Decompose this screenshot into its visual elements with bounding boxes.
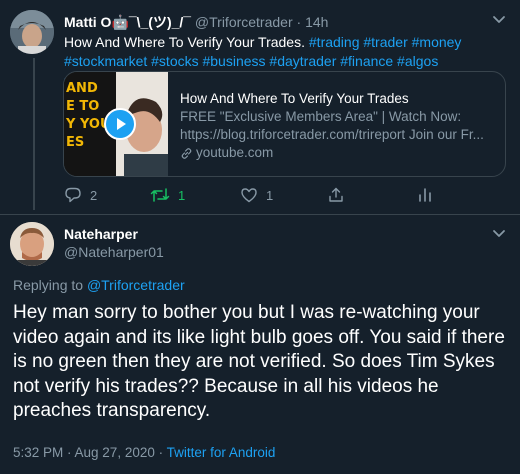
avatar[interactable] [10, 222, 54, 266]
tweet-body: How And Where To Verify Your Trades. [64, 34, 305, 50]
card-domain: youtube.com [180, 144, 500, 162]
parent-tweet[interactable]: Matti O🤖¯\_(ツ)_/¯ @Triforcetrader · 14h … [0, 0, 520, 212]
link-icon [181, 147, 192, 159]
tweet-header: Matti O🤖¯\_(ツ)_/¯ @Triforcetrader · 14h [64, 12, 328, 32]
tweet-source[interactable]: Twitter for Android [167, 445, 276, 460]
author-handle[interactable]: @Triforcetrader [195, 14, 293, 30]
like-icon [241, 188, 257, 203]
card-domain-text: youtube.com [196, 145, 274, 160]
chevron-down-icon[interactable] [490, 224, 508, 242]
thumbnail-text: AND E TO Y YOU ES [66, 80, 111, 152]
reply-count: 2 [90, 187, 98, 203]
analytics-icon [419, 188, 431, 202]
like-button[interactable]: 1 [240, 186, 273, 204]
like-count: 1 [266, 187, 274, 203]
tweet-footer: 5:32 PM · Aug 27, 2020 · Twitter for And… [13, 445, 275, 460]
author-name[interactable]: Nateharper [64, 226, 138, 242]
thumbnail-text-line: AND [66, 81, 98, 96]
replying-to-label: Replying to [13, 277, 84, 293]
thumbnail-text-line: ES [66, 135, 85, 150]
author-name[interactable]: Matti O🤖¯\_(ツ)_/¯ [64, 14, 191, 30]
avatar[interactable] [10, 10, 54, 54]
reply-icon [65, 187, 81, 203]
card-body: How And Where To Verify Your Trades FREE… [180, 90, 500, 162]
tweet-time[interactable]: 14h [305, 14, 328, 30]
replying-to: Replying to @Triforcetrader [13, 277, 185, 293]
author-handle[interactable]: @Nateharper01 [64, 244, 164, 260]
share-button[interactable] [327, 186, 345, 204]
reply-button[interactable]: 2 [64, 186, 97, 204]
play-icon[interactable] [104, 108, 136, 140]
retweet-count: 1 [178, 187, 186, 203]
video-thumbnail[interactable]: AND E TO Y YOU ES [64, 72, 168, 176]
tweet-timestamp[interactable]: 5:32 PM · Aug 27, 2020 · [13, 445, 163, 460]
replying-to-handle[interactable]: @Triforcetrader [87, 277, 185, 293]
analytics-button[interactable] [416, 186, 434, 204]
retweet-button[interactable]: 1 [150, 186, 185, 204]
tweet-actions: 2 1 1 [64, 186, 504, 206]
retweet-icon [150, 188, 170, 202]
share-icon [329, 187, 343, 202]
chevron-down-icon[interactable] [490, 10, 508, 28]
tweet-body: Hey man sorry to bother you but I was re… [13, 302, 505, 421]
link-preview-card[interactable]: AND E TO Y YOU ES How And Where To Verif… [63, 71, 506, 177]
thumbnail-text-line: E TO [66, 99, 100, 114]
card-description: FREE "Exclusive Members Area" | Watch No… [180, 109, 462, 124]
card-description-url: https://blog.triforcetrader.com/trirepor… [180, 127, 484, 142]
card-title: How And Where To Verify Your Trades [180, 91, 409, 106]
hashtags[interactable]: #trading #trader #money [309, 34, 462, 50]
divider [0, 214, 520, 215]
separator-dot: · [296, 14, 302, 30]
